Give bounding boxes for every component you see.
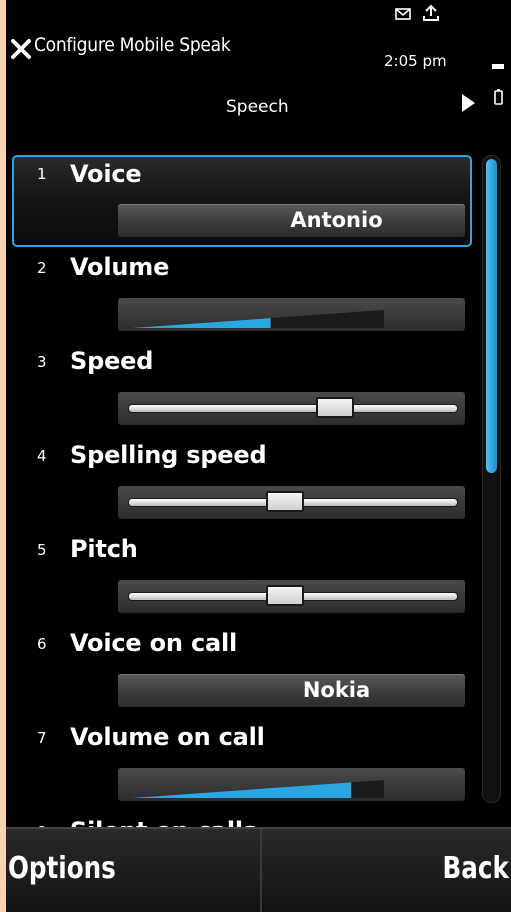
mail-icon xyxy=(395,8,411,20)
clock: 2:05 pm xyxy=(384,52,447,70)
speed-slider[interactable] xyxy=(118,392,465,425)
setting-silent-on-calls[interactable]: 8 Silent on calls xyxy=(12,813,472,827)
softkey-bar: Options Back xyxy=(6,827,511,912)
item-label: Speed xyxy=(70,347,154,375)
options-button[interactable]: Options xyxy=(8,851,116,886)
screen: Configure Mobile Speak 2:05 pm Speech 1 … xyxy=(6,0,511,912)
spelling-speed-slider[interactable] xyxy=(118,486,465,519)
upload-icon xyxy=(423,4,439,21)
item-label: Volume on call xyxy=(70,723,265,751)
item-number: 4 xyxy=(37,447,47,465)
item-number: 3 xyxy=(37,353,47,371)
item-number: 5 xyxy=(37,541,47,559)
volume-on-call-level-bar[interactable] xyxy=(118,768,465,801)
scrollbar[interactable] xyxy=(482,155,501,803)
page-subtitle: Speech xyxy=(226,97,289,117)
item-label: Spelling speed xyxy=(70,441,267,469)
slider-thumb[interactable] xyxy=(315,397,354,418)
play-icon[interactable] xyxy=(460,93,476,113)
signal-indicator xyxy=(492,64,504,69)
item-label: Pitch xyxy=(70,535,138,563)
voice-select[interactable]: Antonio xyxy=(118,204,465,237)
setting-spelling-speed[interactable]: 4 Spelling speed xyxy=(12,437,472,529)
setting-voice[interactable]: 1 Voice Antonio xyxy=(12,155,472,247)
softkey-divider xyxy=(260,829,262,912)
close-icon[interactable] xyxy=(10,38,32,60)
slider-thumb[interactable] xyxy=(266,491,305,512)
volume-level-bar[interactable] xyxy=(118,298,465,331)
item-label: Volume xyxy=(70,253,170,281)
item-label: Voice on call xyxy=(70,629,238,657)
volume-level-fill xyxy=(132,318,271,328)
setting-speed[interactable]: 3 Speed xyxy=(12,343,472,435)
voice-on-call-select[interactable]: Nokia xyxy=(118,674,465,707)
volume-level-fill xyxy=(132,782,352,798)
title-bar: Configure Mobile Speak 2:05 pm Speech xyxy=(6,0,511,140)
app-title: Configure Mobile Speak xyxy=(34,34,231,56)
voice-on-call-value: Nokia xyxy=(302,678,371,702)
scrollbar-thumb[interactable] xyxy=(486,159,497,473)
item-label: Voice xyxy=(70,160,142,188)
pitch-slider[interactable] xyxy=(118,580,465,613)
item-number: 6 xyxy=(37,635,47,653)
back-button[interactable]: Back xyxy=(443,851,509,886)
settings-list: 1 Voice Antonio 2 Volume 3 Speed 4 Spell… xyxy=(6,155,476,827)
voice-value: Antonio xyxy=(290,208,383,232)
setting-volume[interactable]: 2 Volume xyxy=(12,249,472,341)
setting-pitch[interactable]: 5 Pitch xyxy=(12,531,472,623)
item-label: Silent on calls xyxy=(70,817,257,827)
setting-voice-on-call[interactable]: 6 Voice on call Nokia xyxy=(12,625,472,717)
item-number: 1 xyxy=(37,165,47,183)
slider-thumb[interactable] xyxy=(266,585,305,606)
setting-volume-on-call[interactable]: 7 Volume on call xyxy=(12,719,472,811)
battery-icon xyxy=(494,89,503,105)
item-number: 2 xyxy=(37,259,47,277)
slider-track xyxy=(128,404,458,413)
item-number: 7 xyxy=(37,729,47,747)
